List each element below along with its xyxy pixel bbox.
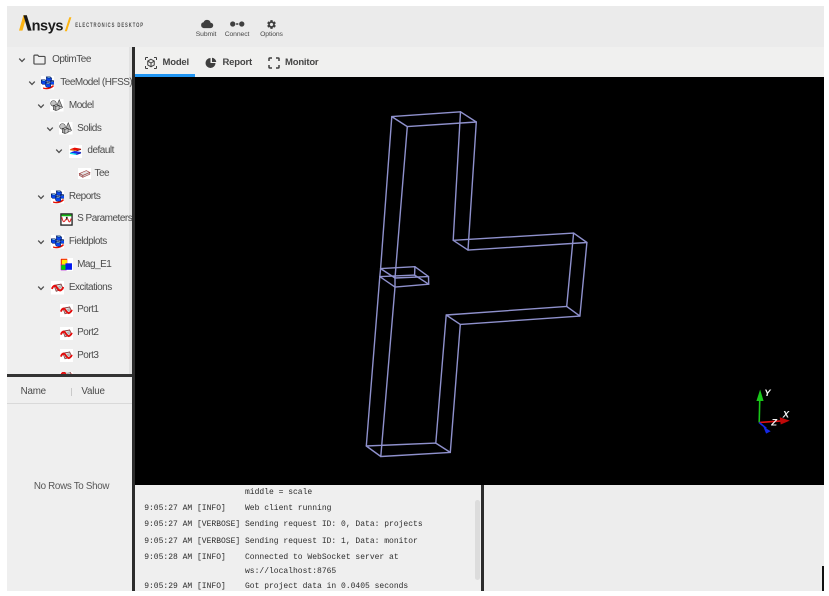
- svg-text:nsys: nsys: [32, 19, 64, 35]
- svg-text:Z: Z: [770, 418, 778, 429]
- svg-text:ELECTRONICS DESKTOP: ELECTRONICS DESKTOP: [75, 22, 144, 29]
- svg-text:Y: Y: [764, 388, 772, 399]
- svg-text:X: X: [781, 409, 789, 420]
